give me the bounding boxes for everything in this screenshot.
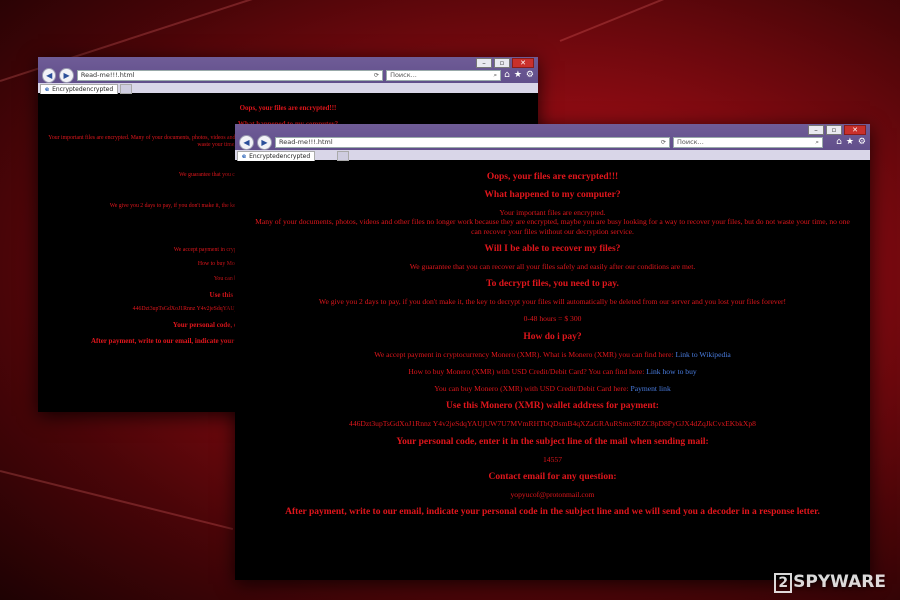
how-to-buy-link[interactable]: Link how to buy [646, 367, 696, 376]
paragraph-important-files: Your important files are encrypted. [499, 208, 606, 217]
search-icon[interactable]: ⌕ [493, 71, 497, 80]
payment-text: You can buy Monero (XMR) with USD Credit… [434, 384, 629, 393]
forward-icon[interactable]: ▶ [59, 67, 74, 83]
search-placeholder: Поиск... [677, 138, 704, 146]
address-bar[interactable]: Read-me!!!.html ⟳ [76, 69, 384, 81]
minimize-icon[interactable]: – [808, 125, 824, 135]
wikipedia-link[interactable]: Link to Wikipedia [676, 350, 731, 359]
front-browser-window: – ▫ ✕ ◀ ▶ Read-me!!!.html ⟳ Поиск... ⌕ ⌂… [235, 124, 870, 580]
search-input[interactable]: Поиск... ⌕ [673, 136, 823, 148]
home-icon[interactable]: ⌂ [836, 137, 842, 147]
star-icon[interactable]: ★ [846, 137, 854, 147]
heading-wallet: Use this Monero (XMR) wallet address for… [446, 401, 659, 412]
star-icon[interactable]: ★ [514, 70, 522, 80]
background-streak [559, 0, 876, 42]
payment-text: How to buy Monero (XMR) with USD Credit/… [408, 366, 645, 376]
close-icon[interactable]: ✕ [844, 125, 866, 135]
payment-line-buy-here: You can buy Monero (XMR) with USD Credit… [253, 384, 852, 393]
title-bar: – ▫ ✕ [235, 124, 870, 135]
heading-what-happened: What happened to my computer? [484, 190, 621, 200]
window-controls: – ▫ ✕ [476, 58, 534, 68]
toolbar-icons: ⌂ ★ ⚙ [836, 137, 866, 147]
refresh-icon[interactable]: ⟳ [374, 72, 379, 79]
logo-text: SPYWAR [793, 572, 875, 592]
logo-e: E [874, 572, 886, 592]
search-placeholder: Поиск... [390, 71, 417, 79]
paragraph-deadline: We give you 2 days to pay, if you don't … [318, 297, 787, 306]
address-bar[interactable]: Read-me!!!.html ⟳ [275, 136, 670, 148]
close-icon[interactable]: ✕ [512, 58, 534, 68]
forward-icon[interactable]: ▶ [257, 134, 272, 150]
paragraph-explanation: Many of your documents, photos, videos a… [255, 217, 850, 236]
tab-bar: e Encryptedencrypted [235, 150, 870, 161]
new-tab-button[interactable] [337, 151, 349, 161]
toolbar-icons: ⌂ ★ ⚙ [504, 70, 534, 80]
heading-personal-code: Your personal code, enter it in the subj… [396, 436, 709, 447]
gear-icon[interactable]: ⚙ [858, 137, 866, 147]
heading-contact: Contact email for any question: [488, 471, 617, 482]
heading-encrypted: Oops, your files are encrypted!!! [486, 172, 619, 182]
browser-chrome: – ▫ ✕ ◀ ▶ Read-me!!!.html ⟳ Поиск... ⌕ ⌂… [38, 57, 538, 94]
wallet-address: 446Dzt3upTsGdXoJ1Rnnz Y4v2jeSdqYAUjUW7U7… [349, 419, 756, 429]
logo-two: 2 [774, 573, 793, 593]
back-icon[interactable]: ◀ [239, 134, 254, 150]
home-icon[interactable]: ⌂ [504, 70, 510, 80]
gear-icon[interactable]: ⚙ [526, 70, 534, 80]
browser-chrome: – ▫ ✕ ◀ ▶ Read-me!!!.html ⟳ Поиск... ⌕ ⌂… [235, 124, 870, 161]
heading-how-pay: How do i pay? [523, 331, 582, 342]
search-input[interactable]: Поиск... ⌕ [386, 69, 502, 81]
refresh-icon[interactable]: ⟳ [661, 139, 666, 146]
address-text: Read-me!!!.html [80, 71, 135, 79]
price-text: 0-48 hours = $ 300 [523, 314, 582, 324]
tab-encrypted[interactable]: e Encryptedencrypted [40, 84, 119, 94]
paragraph-guarantee: We guarantee that you can recover all yo… [409, 261, 696, 271]
heading-recover: Will I be able to recover my files? [484, 243, 621, 254]
payment-link[interactable]: Payment link [630, 384, 670, 393]
title-bar: – ▫ ✕ [38, 57, 538, 68]
minimize-icon[interactable]: – [476, 58, 492, 68]
page-content: Oops, your files are encrypted!!! What h… [235, 160, 870, 517]
tab-title: Encryptedencrypted [249, 153, 311, 160]
ie-icon: e [242, 153, 247, 160]
personal-code: 14557 [543, 454, 562, 464]
search-icon[interactable]: ⌕ [815, 138, 819, 147]
tab-encrypted[interactable]: e Encryptedencrypted [237, 151, 316, 161]
maximize-icon[interactable]: ▫ [494, 58, 510, 68]
new-tab-button[interactable] [120, 84, 132, 94]
address-text: Read-me!!!.html [279, 138, 333, 146]
payment-line-how-to-buy: How to buy Monero (XMR) with USD Credit/… [253, 367, 852, 376]
watermark-logo: 2 SPYWARE [774, 572, 886, 593]
payment-line-wikipedia: We accept payment in cryptocurrency Mone… [253, 350, 852, 359]
maximize-icon[interactable]: ▫ [826, 125, 842, 135]
back-heading: Oops, your files are encrypted!!! [239, 104, 337, 112]
navigation-bar: ◀ ▶ Read-me!!!.html ⟳ Поиск... ⌕ ⌂ ★ ⚙ [235, 134, 870, 150]
heading-decrypt: To decrypt files, you need to pay. [486, 279, 619, 289]
tab-title: Encryptedencrypted [52, 86, 114, 93]
navigation-bar: ◀ ▶ Read-me!!!.html ⟳ Поиск... ⌕ ⌂ ★ ⚙ [38, 67, 538, 83]
tab-bar: e Encryptedencrypted [38, 83, 538, 94]
back-icon[interactable]: ◀ [42, 67, 57, 83]
window-controls: – ▫ ✕ [808, 125, 866, 135]
background-streak [0, 470, 234, 531]
ie-icon: e [45, 86, 50, 93]
heading-after-payment: After payment, write to our email, indic… [285, 507, 820, 517]
contact-email: yopyucof@protonmail.com [510, 489, 595, 499]
payment-text: We accept payment in cryptocurrency Mone… [374, 349, 674, 359]
